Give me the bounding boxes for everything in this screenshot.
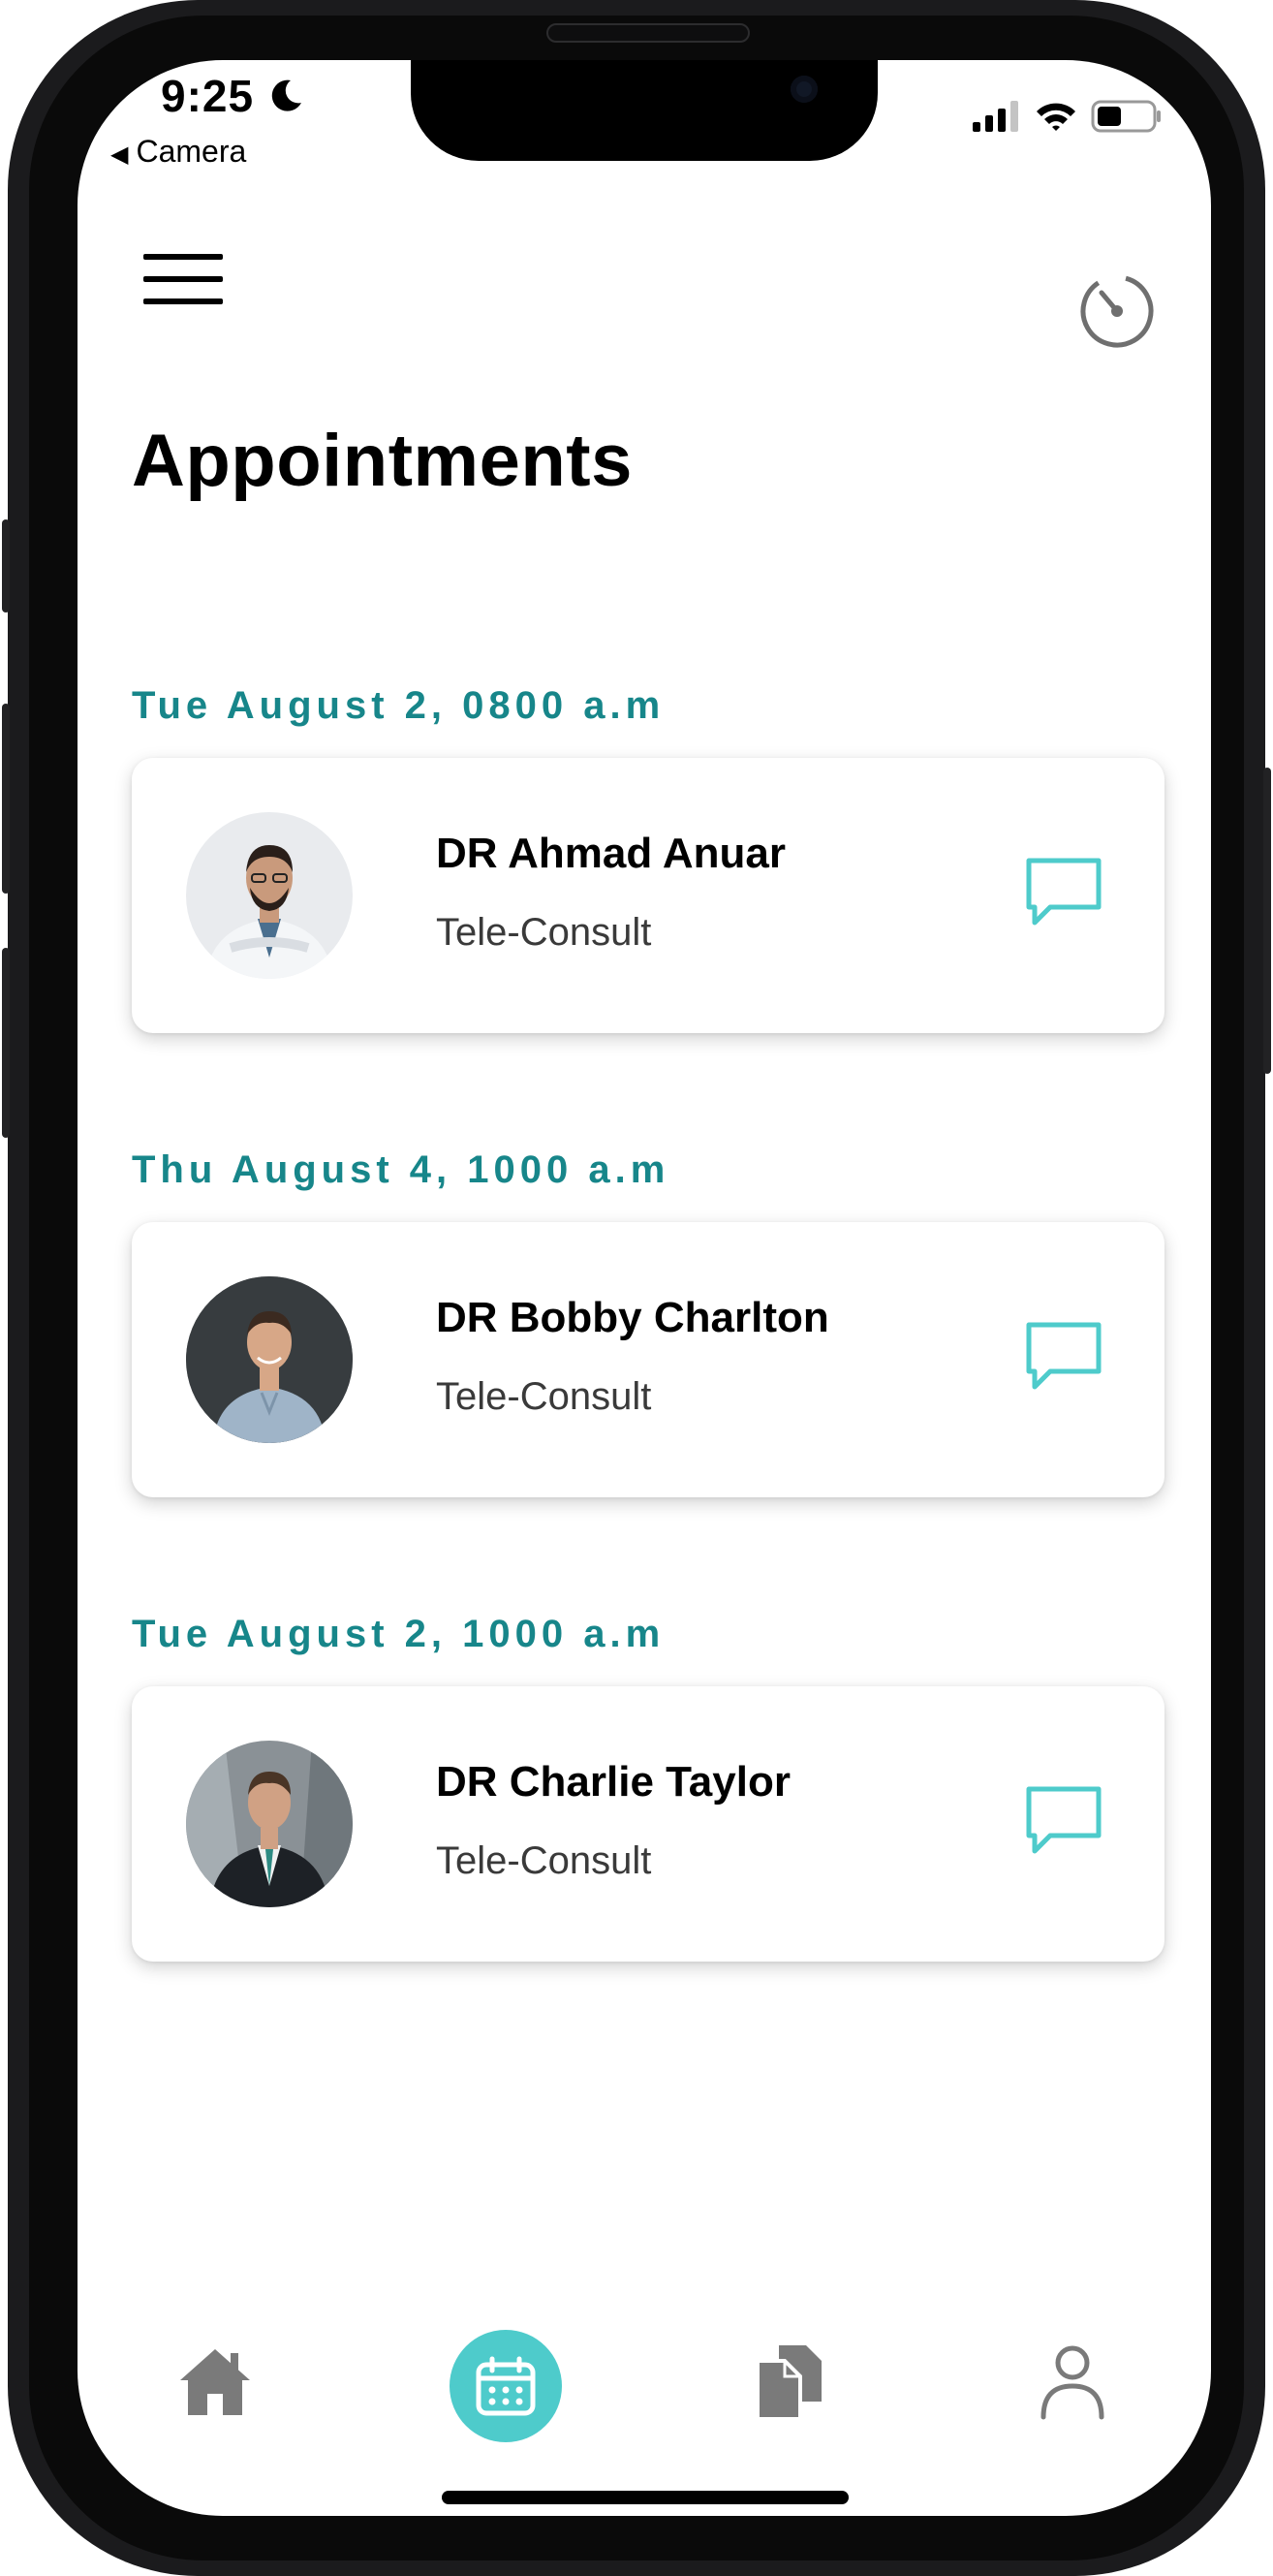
page-title: Appointments: [132, 420, 633, 502]
home-indicator[interactable]: [442, 2491, 849, 2504]
tab-appointments-active[interactable]: [450, 2330, 562, 2442]
power-button: [1263, 768, 1271, 1074]
ring-switch: [2, 519, 10, 613]
display-notch: [411, 60, 878, 161]
moon-icon: [271, 79, 301, 111]
appointment-datetime: Thu August 4, 1000 a.m: [132, 1148, 670, 1191]
doctor-avatar: [186, 1276, 353, 1443]
earpiece-speaker: [546, 23, 750, 43]
chat-bubble-icon[interactable]: [1021, 1315, 1106, 1400]
doctor-avatar: [186, 812, 353, 979]
doctor-name: DR Bobby Charlton: [436, 1294, 829, 1341]
home-icon[interactable]: [178, 2345, 252, 2419]
battery-icon: [1091, 100, 1161, 133]
appointment-datetime: Tue August 2, 0800 a.m: [132, 684, 666, 727]
doctor-name: DR Ahmad Anuar: [436, 830, 786, 877]
timer-icon[interactable]: [1077, 271, 1157, 351]
phone-frame: 9:25 ◀ Camera Appointments Tue August 2,…: [2, 0, 1271, 2576]
volume-up-button: [2, 704, 10, 894]
consult-type: Tele-Consult: [436, 1375, 652, 1418]
profile-icon[interactable]: [1039, 2343, 1106, 2421]
wifi-icon: [1037, 103, 1075, 131]
back-to-app-link[interactable]: ◀ Camera: [110, 134, 246, 170]
calendar-icon: [476, 2356, 536, 2416]
status-time: 9:25: [161, 71, 255, 121]
documents-icon[interactable]: [756, 2343, 823, 2421]
hamburger-menu-icon[interactable]: [143, 254, 223, 310]
cellular-signal-icon: [973, 101, 1018, 132]
status-icons: [973, 99, 1163, 134]
volume-down-button: [2, 948, 10, 1138]
doctor-avatar: [186, 1741, 353, 1907]
back-triangle-icon: ◀: [110, 141, 129, 168]
menu-line: [143, 298, 223, 304]
consult-type: Tele-Consult: [436, 911, 652, 954]
appointment-card[interactable]: DR Ahmad Anuar Tele-Consult: [132, 758, 1164, 1033]
back-app-label: Camera: [136, 134, 247, 169]
consult-type: Tele-Consult: [436, 1839, 652, 1882]
front-camera: [791, 76, 818, 103]
menu-line: [143, 276, 223, 282]
chat-bubble-icon[interactable]: [1021, 851, 1106, 936]
appointment-datetime: Tue August 2, 1000 a.m: [132, 1613, 666, 1655]
appointment-card[interactable]: DR Charlie Taylor Tele-Consult: [132, 1686, 1164, 1962]
menu-line: [143, 254, 223, 260]
app-screen: 9:25 ◀ Camera Appointments Tue August 2,…: [78, 60, 1211, 2516]
doctor-name: DR Charlie Taylor: [436, 1758, 791, 1806]
appointment-card[interactable]: DR Bobby Charlton Tele-Consult: [132, 1222, 1164, 1497]
chat-bubble-icon[interactable]: [1021, 1779, 1106, 1865]
